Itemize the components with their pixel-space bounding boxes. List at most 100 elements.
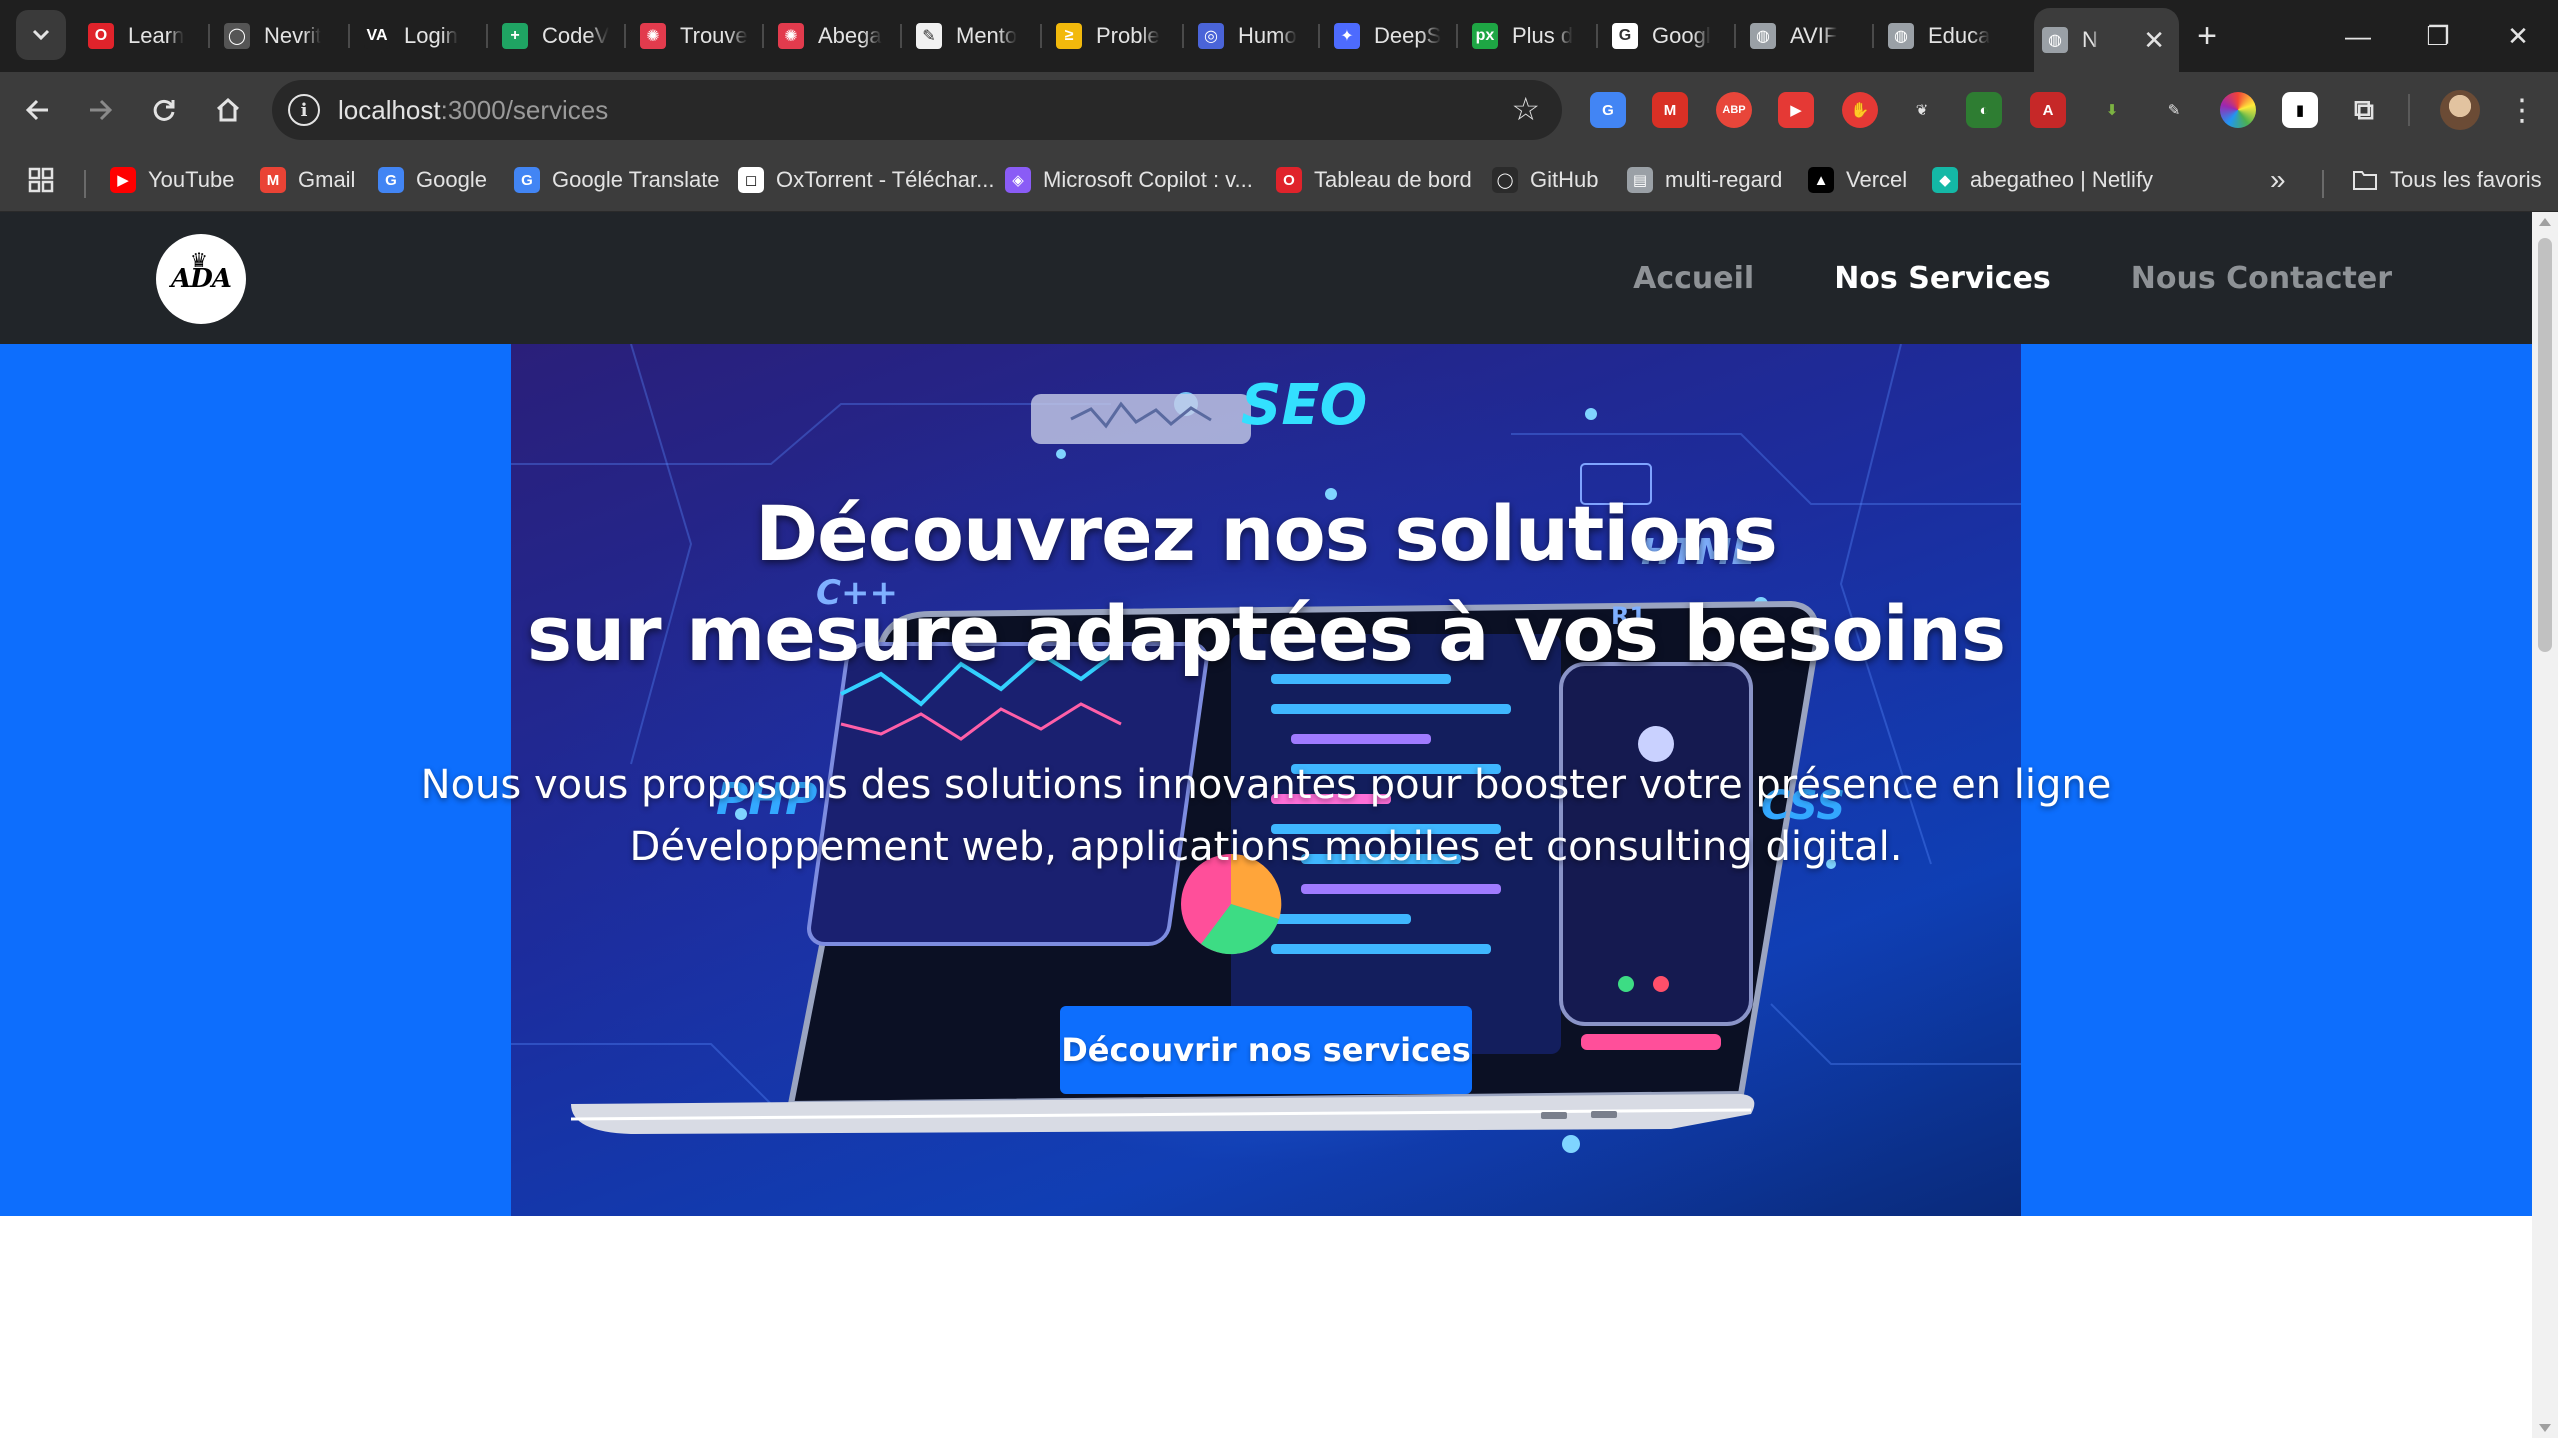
bookmark-divider [84, 170, 86, 198]
color-wheel-extension-icon[interactable] [2220, 92, 2256, 128]
openai-icon: ✺ [778, 23, 804, 49]
copilot-icon: ◈ [1005, 167, 1031, 193]
bookmark-item[interactable]: O Tableau de bord [1276, 162, 1472, 198]
browser-tab[interactable]: ≥ Proble [1048, 10, 1168, 62]
chevron-down-icon [32, 29, 50, 41]
bookmark-label: Gmail [298, 167, 356, 192]
profile-avatar[interactable] [2440, 90, 2480, 130]
tab-title: Educa [1928, 23, 1991, 48]
scrollbar-thumb[interactable] [2538, 238, 2552, 652]
tab-title: CodeV [542, 23, 610, 48]
browser-tab[interactable]: ✺ Abega [770, 10, 890, 62]
url-path: :3000/services [440, 95, 609, 125]
reload-button[interactable] [142, 88, 186, 132]
browser-tab[interactable]: ◍ AVIF [1742, 10, 1862, 62]
bookmark-item[interactable]: ▲ Vercel [1808, 162, 1907, 198]
browser-tab[interactable]: ✎ Mento [908, 10, 1028, 62]
hand-extension-icon[interactable]: ✋ [1842, 92, 1878, 128]
tab-separator [486, 24, 488, 48]
restore-button[interactable]: ❐ [2408, 14, 2468, 58]
more-bookmarks-button[interactable]: » [2270, 162, 2286, 198]
tab-title: Proble [1096, 23, 1160, 48]
browser-tab[interactable]: ◎ Humo [1190, 10, 1310, 62]
all-bookmarks-button[interactable]: Tous les favoris [2352, 162, 2542, 198]
bookmark-item[interactable]: ◻ OxTorrent - Téléchar... [738, 162, 994, 198]
url-text[interactable]: localhost:3000/services [338, 95, 608, 126]
home-button[interactable] [206, 88, 250, 132]
browser-menu-icon[interactable]: ⋮ [2507, 88, 2537, 132]
tab-title: Login [404, 23, 458, 48]
browser-tab[interactable]: ◍ N ✕ [2034, 8, 2179, 72]
tab-title: N [2082, 27, 2098, 52]
translate-extension-icon[interactable]: G [1590, 92, 1626, 128]
address-bar[interactable]: i localhost:3000/services ☆ [272, 80, 1562, 140]
nav-link[interactable]: Nous Contacter [2131, 261, 2392, 296]
tab-separator [348, 24, 350, 48]
github-icon: ◯ [224, 23, 250, 49]
back-button[interactable] [16, 88, 60, 132]
bookmark-label: OxTorrent - Téléchar... [776, 167, 995, 192]
bookmark-label: Vercel [1846, 167, 1908, 192]
scroll-up-arrow-icon[interactable] [2539, 218, 2551, 226]
media-extension-icon[interactable]: ▮ [2282, 92, 2318, 128]
eyedropper-icon[interactable]: ✎ [2156, 92, 2192, 128]
openai-icon: ✺ [640, 23, 666, 49]
leaf-extension-icon[interactable]: ❦ [1904, 92, 1940, 128]
bookmark-label: GitHub [1530, 167, 1599, 192]
tab-separator [1596, 24, 1598, 48]
download-extension-icon[interactable]: ⬇ [2094, 92, 2130, 128]
browser-tab[interactable]: G Googl [1604, 10, 1724, 62]
toolbar-divider [2408, 94, 2410, 126]
scroll-down-arrow-icon[interactable] [2539, 1424, 2551, 1432]
bookmark-item[interactable]: ▤ multi-regard [1627, 162, 1782, 198]
nav-link[interactable]: Nos Services [1834, 261, 2051, 296]
bookmark-label: abegatheo | Netlify [1970, 167, 2154, 192]
forward-button[interactable] [78, 88, 122, 132]
browser-tab[interactable]: ◯ Nevrit [216, 10, 336, 62]
browser-tab[interactable]: + CodeV [494, 10, 614, 62]
browser-tab[interactable]: O Learn [80, 10, 200, 62]
bookmark-item[interactable]: ◯ GitHub [1492, 162, 1598, 198]
bookmark-item[interactable]: ◈ Microsoft Copilot : v... [1005, 162, 1253, 198]
close-tab-icon[interactable]: ✕ [2143, 25, 2165, 56]
minimize-button[interactable]: — [2328, 14, 2388, 58]
hero-section: SEO PHP CSS HTML C++ R1 Découvrez nos so… [0, 344, 2532, 1216]
discover-services-button[interactable]: Découvrir nos services [1060, 1006, 1472, 1094]
tab-title: Trouve [680, 23, 748, 48]
tab-title: Nevrit [264, 23, 322, 48]
site-info-icon[interactable]: i [288, 94, 320, 126]
extensions-puzzle-icon[interactable]: ⧉ [2346, 92, 2382, 128]
browser-tab[interactable]: ◍ Educa [1880, 10, 2010, 62]
adblock-extension-icon[interactable]: ABP [1716, 92, 1752, 128]
tab-separator [1734, 24, 1736, 48]
apps-grid-icon[interactable] [28, 162, 54, 198]
colorful-extension-icon[interactable]: ◐ [1966, 92, 2002, 128]
page-scrollbar[interactable] [2532, 212, 2558, 1438]
tab-title: Googl [1652, 23, 1711, 48]
tab-separator [208, 24, 210, 48]
translate-icon: G [514, 167, 540, 193]
browser-tab[interactable]: ✦ DeepS [1326, 10, 1446, 62]
browser-tab[interactable]: ✺ Trouve [632, 10, 752, 62]
new-tab-button[interactable]: + [2185, 14, 2229, 58]
close-window-button[interactable]: ✕ [2488, 14, 2548, 58]
tab-search-button[interactable] [16, 10, 66, 60]
home-icon [216, 97, 240, 122]
bookmark-item[interactable]: ◆ abegatheo | Netlify [1932, 162, 2153, 198]
gmail-extension-icon[interactable]: M [1652, 92, 1688, 128]
bookmark-item[interactable]: M Gmail [260, 162, 355, 198]
bookmark-item[interactable]: G Google Translate [514, 162, 720, 198]
tab-separator [624, 24, 626, 48]
video-extension-icon[interactable]: ▶ [1778, 92, 1814, 128]
site-logo[interactable]: ♛ ADA [156, 234, 246, 324]
bookmark-item[interactable]: G Google [378, 162, 487, 198]
bookmark-star-icon[interactable]: ☆ [1511, 90, 1540, 128]
nav-link[interactable]: Accueil [1633, 261, 1754, 296]
globe-icon: ◍ [2042, 27, 2068, 53]
bookmark-item[interactable]: ▶ YouTube [110, 162, 234, 198]
browser-tab[interactable]: VA Login [356, 10, 476, 62]
browser-tab[interactable]: px Plus d [1464, 10, 1584, 62]
bookmark-divider [2322, 170, 2324, 198]
tab-separator [1456, 24, 1458, 48]
pdf-extension-icon[interactable]: A [2030, 92, 2066, 128]
